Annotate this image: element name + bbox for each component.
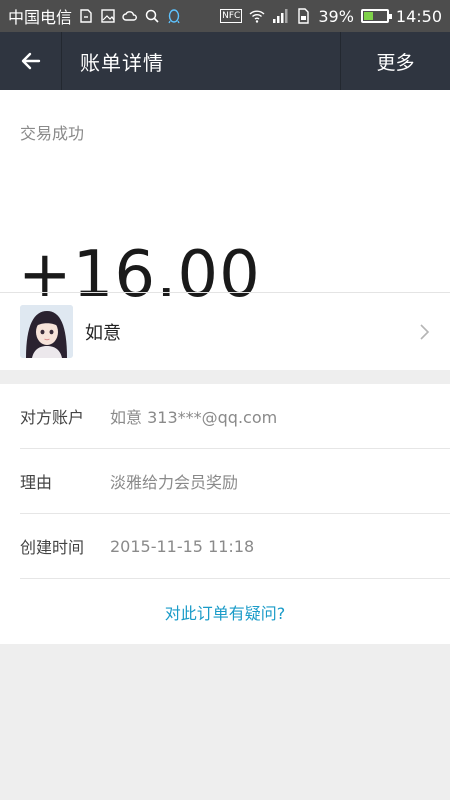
detail-value: 淡雅给力会员奖励 <box>110 473 239 492</box>
qq-icon <box>166 8 182 24</box>
detail-label: 理由 <box>20 473 53 492</box>
detail-value: 2015-11-15 11:18 <box>110 536 255 556</box>
order-question-link[interactable]: 对此订单有疑问? <box>0 579 450 644</box>
detail-row-created-time: 创建时间 2015-11-15 11:18 <box>20 514 450 579</box>
image-icon <box>100 8 116 24</box>
nfc-icon: NFC <box>220 9 243 23</box>
back-button[interactable] <box>0 32 62 90</box>
chevron-right-icon <box>420 323 430 340</box>
transaction-summary: 交易成功 +16.00 如意 <box>0 90 450 370</box>
page-title: 账单详情 <box>80 50 164 75</box>
sim-icon <box>78 8 94 24</box>
transaction-details: 对方账户 如意 313***@qq.com 理由 淡雅给力会员奖励 创建时间 2… <box>0 384 450 644</box>
battery-icon <box>360 9 392 23</box>
counterparty-name: 如意 <box>85 322 121 344</box>
cloud-icon <box>122 8 138 24</box>
title-bar: 账单详情 更多 <box>0 32 450 90</box>
transaction-status: 交易成功 <box>20 124 85 143</box>
counterparty-row[interactable]: 如意 <box>0 293 450 370</box>
detail-label: 对方账户 <box>20 408 85 427</box>
wifi-icon <box>249 8 265 24</box>
sim-card-icon <box>295 8 311 24</box>
search-icon <box>144 8 160 24</box>
detail-value: 如意 313***@qq.com <box>110 408 278 427</box>
clock-time: 14:50 <box>395 6 442 26</box>
back-arrow-icon <box>21 52 40 70</box>
signal-icon <box>272 8 288 24</box>
detail-row-reason: 理由 淡雅给力会员奖励 <box>20 449 450 514</box>
more-button[interactable]: 更多 <box>340 32 450 90</box>
battery-percent: 39% <box>318 6 354 26</box>
battery-level <box>363 12 374 20</box>
detail-label: 创建时间 <box>20 538 85 557</box>
status-bar: 中国电信 NFC 39% 14:50 <box>0 0 450 32</box>
avatar <box>20 305 73 358</box>
detail-row-account: 对方账户 如意 313***@qq.com <box>20 384 450 449</box>
carrier-name: 中国电信 <box>8 8 73 27</box>
